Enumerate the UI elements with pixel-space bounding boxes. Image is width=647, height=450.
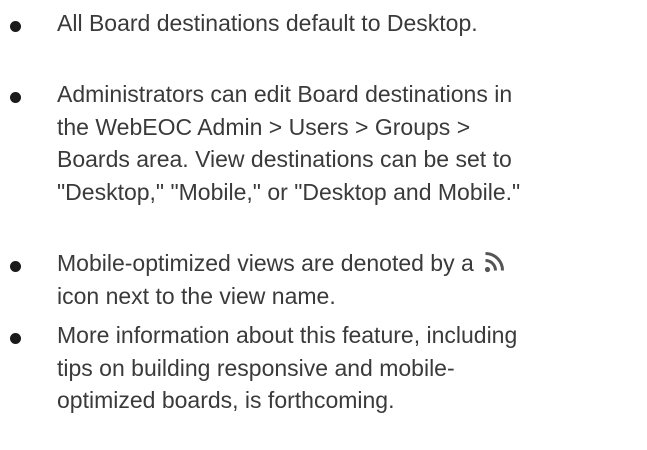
text-line: More information about this feature, inc… xyxy=(57,322,518,348)
document-body: All Board destinations default to Deskto… xyxy=(0,0,647,450)
bullet-point xyxy=(10,92,21,103)
rss-icon xyxy=(484,249,505,273)
text-line: "Desktop," "Mobile," or "Desktop and Mob… xyxy=(57,178,521,205)
text-line: tips on building responsive and mobile- xyxy=(57,354,455,381)
text-line: optimized boards, is forthcoming. xyxy=(57,387,395,413)
text-line: Mobile-optimized views are denoted by a xyxy=(57,247,637,280)
text-line: Administrators can edit Board destinatio… xyxy=(57,81,513,107)
text-line: the WebEOC Admin > Users > Groups > xyxy=(57,113,471,140)
bullet-point xyxy=(10,261,21,272)
bullet-point xyxy=(10,333,21,344)
text-line: Boards area. View destinations can be se… xyxy=(57,146,512,172)
text-line: icon next to the view name. xyxy=(57,282,336,309)
text-segment: Mobile-optimized views are denoted by a xyxy=(57,250,474,276)
bullet-text: More information about this feature, inc… xyxy=(57,319,637,417)
text-line: All Board destinations default to Deskto… xyxy=(57,10,478,36)
bullet-text: All Board destinations default to Deskto… xyxy=(57,7,637,40)
bullet-text: Mobile-optimized views are denoted by a … xyxy=(57,247,637,312)
bullet-point xyxy=(10,21,21,32)
bullet-text: Administrators can edit Board destinatio… xyxy=(57,78,637,208)
